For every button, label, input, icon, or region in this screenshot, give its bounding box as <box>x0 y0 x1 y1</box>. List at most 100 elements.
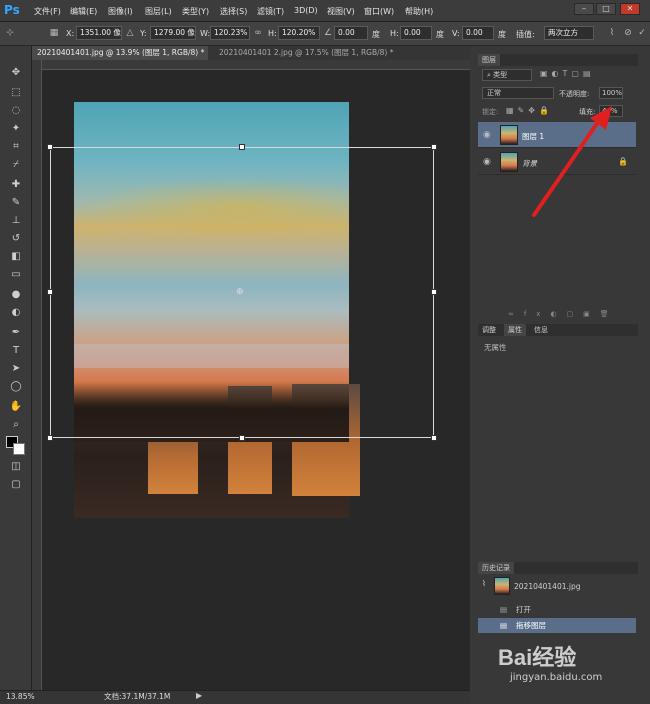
menu-view[interactable]: 视图(V) <box>327 6 355 17</box>
lasso-tool-icon[interactable]: ◌ <box>8 104 24 118</box>
history-step[interactable]: ▤ 打开 <box>478 602 636 617</box>
hand-tool-icon[interactable]: ✋ <box>8 400 24 414</box>
relative-position-icon[interactable]: △ <box>124 27 136 39</box>
w-label: W: <box>200 29 211 38</box>
opacity-field[interactable]: 100% <box>599 87 623 99</box>
type-tool-icon[interactable]: T <box>8 344 24 358</box>
transform-handle-left[interactable] <box>47 289 53 295</box>
layer-filter-select[interactable]: ⌕ 类型 <box>482 69 532 81</box>
tab-layers[interactable]: 图层 <box>478 54 500 66</box>
properties-panel-header: 调整 属性 信息 <box>478 324 638 336</box>
reference-point-icon[interactable]: ▦ <box>48 27 60 39</box>
tab-adjustments[interactable]: 调整 <box>478 324 500 336</box>
menu-filter[interactable]: 滤镜(T) <box>257 6 284 17</box>
commit-transform-icon[interactable]: ✓ <box>636 27 648 39</box>
menu-window[interactable]: 窗口(W) <box>364 6 394 17</box>
vskew-label: V: <box>452 29 460 38</box>
history-panel-header: 历史记录 <box>478 562 638 574</box>
rotate-icon: ∠ <box>323 28 333 38</box>
visibility-eye-icon[interactable]: ◉ <box>483 130 491 140</box>
history-brush-icon[interactable]: ↺ <box>8 232 24 246</box>
y-position-field[interactable]: 1279.00 像 <box>150 26 196 40</box>
close-button[interactable]: ✕ <box>620 3 640 15</box>
maximize-button[interactable]: □ <box>596 3 616 15</box>
transform-handle-top[interactable] <box>239 144 245 150</box>
transform-handle-top-right[interactable] <box>431 144 437 150</box>
visibility-eye-icon[interactable]: ◉ <box>483 157 491 167</box>
menu-file[interactable]: 文件(F) <box>34 6 61 17</box>
menu-type[interactable]: 类型(Y) <box>182 6 209 17</box>
quick-mask-icon[interactable]: ◫ <box>8 460 24 474</box>
crop-tool-icon[interactable]: ⌗ <box>8 140 24 154</box>
brush-source-icon[interactable]: ⌇ <box>482 576 486 591</box>
transform-handle-bottom-right[interactable] <box>431 435 437 441</box>
menu-layer[interactable]: 图层(L) <box>145 6 172 17</box>
transform-handle-bottom[interactable] <box>239 435 245 441</box>
x-label: X: <box>66 29 75 38</box>
link-icon[interactable]: ∞ <box>252 27 264 39</box>
document-icon: ▤ <box>500 621 508 630</box>
path-selection-icon[interactable]: ➤ <box>8 362 24 376</box>
tab-document-2[interactable]: 20210401401 2.jpg @ 17.5% (图层 1, RGB/8) … <box>214 46 398 60</box>
layers-panel-header: 图层 <box>478 54 638 66</box>
watermark-url: jingyan.baidu.com <box>510 672 603 683</box>
layer-filter-icons[interactable]: ▣◐T▢▤ <box>540 69 595 78</box>
toolbox: ✥ ⬚ ◌ ✦ ⌗ ⌿ ✚ ✎ ⊥ ↺ ◧ ▭ ● ◐ ✒ T ➤ ◯ ✋ ⌕ … <box>0 46 32 704</box>
interpolation-select[interactable]: 两次立方 <box>544 26 594 40</box>
shape-tool-icon[interactable]: ◯ <box>8 380 24 394</box>
y-label: Y: <box>140 29 147 38</box>
screen-mode-icon[interactable]: ▢ <box>8 478 24 492</box>
document-tabs: 20210401401.jpg @ 13.9% (图层 1, RGB/8) * … <box>32 46 470 60</box>
history-step-selected[interactable]: ▤ 拖移图层 <box>478 618 636 633</box>
menu-help[interactable]: 帮助(H) <box>405 6 433 17</box>
transform-center-icon[interactable]: ⊕ <box>236 287 244 297</box>
eraser-icon[interactable]: ◧ <box>8 250 24 264</box>
history-step-label: 打开 <box>516 605 531 614</box>
rotation-field[interactable]: 0.00 <box>334 26 368 40</box>
angle-unit: 度 <box>372 30 380 39</box>
blur-tool-icon[interactable]: ● <box>8 288 24 302</box>
vertical-ruler[interactable] <box>32 60 42 690</box>
minimize-button[interactable]: – <box>574 3 594 15</box>
height-field[interactable]: 120.20% <box>278 26 320 40</box>
layers-footer-icons[interactable]: ∞fx◐▢▣🗑 <box>478 310 636 320</box>
tab-info[interactable]: 信息 <box>530 324 552 336</box>
background-color-swatch[interactable] <box>13 443 25 455</box>
vertical-skew-field[interactable]: 0.00 <box>462 26 494 40</box>
baidu-jingyan-watermark: Bai经验 jingyan.baidu.com <box>498 640 638 692</box>
status-menu-arrow-icon[interactable]: ▶ <box>196 691 202 700</box>
move-tool-icon[interactable]: ✥ <box>8 66 24 80</box>
gradient-tool-icon[interactable]: ▭ <box>8 268 24 282</box>
magic-wand-icon[interactable]: ✦ <box>8 122 24 136</box>
warp-icon[interactable]: ⌇ <box>606 27 618 39</box>
clone-stamp-icon[interactable]: ⊥ <box>8 214 24 228</box>
blend-mode-select[interactable]: 正常 <box>482 87 554 99</box>
transform-handle-bottom-left[interactable] <box>47 435 53 441</box>
eyedropper-icon[interactable]: ⌿ <box>8 158 24 172</box>
transform-handle-right[interactable] <box>431 289 437 295</box>
hskew-unit: 度 <box>436 30 444 39</box>
tab-history[interactable]: 历史记录 <box>478 562 514 574</box>
history-snapshot[interactable]: ⌇ 20210401401.jpg <box>478 576 636 598</box>
cancel-transform-icon[interactable]: ⊘ <box>622 27 634 39</box>
menu-edit[interactable]: 编辑(E) <box>70 6 97 17</box>
x-position-field[interactable]: 1351.00 像 <box>76 26 122 40</box>
zoom-level[interactable]: 13.85% <box>6 690 35 703</box>
move-tool-preset-icon[interactable]: ⊹ <box>4 27 16 39</box>
brush-tool-icon[interactable]: ✎ <box>8 196 24 210</box>
tab-properties[interactable]: 属性 <box>504 324 526 336</box>
status-bar <box>0 690 470 704</box>
pen-tool-icon[interactable]: ✒ <box>8 326 24 340</box>
horizontal-ruler[interactable] <box>42 60 470 70</box>
healing-brush-icon[interactable]: ✚ <box>8 178 24 192</box>
tab-document-active[interactable]: 20210401401.jpg @ 13.9% (图层 1, RGB/8) * <box>32 46 208 60</box>
menu-image[interactable]: 图像(I) <box>108 6 133 17</box>
dodge-tool-icon[interactable]: ◐ <box>8 306 24 320</box>
marquee-tool-icon[interactable]: ⬚ <box>8 86 24 100</box>
width-field[interactable]: 120.23% <box>210 26 250 40</box>
zoom-tool-icon[interactable]: ⌕ <box>8 418 24 432</box>
menu-3d[interactable]: 3D(D) <box>294 6 318 15</box>
menu-select[interactable]: 选择(S) <box>220 6 247 17</box>
transform-handle-top-left[interactable] <box>47 144 53 150</box>
horizontal-skew-field[interactable]: 0.00 <box>400 26 432 40</box>
